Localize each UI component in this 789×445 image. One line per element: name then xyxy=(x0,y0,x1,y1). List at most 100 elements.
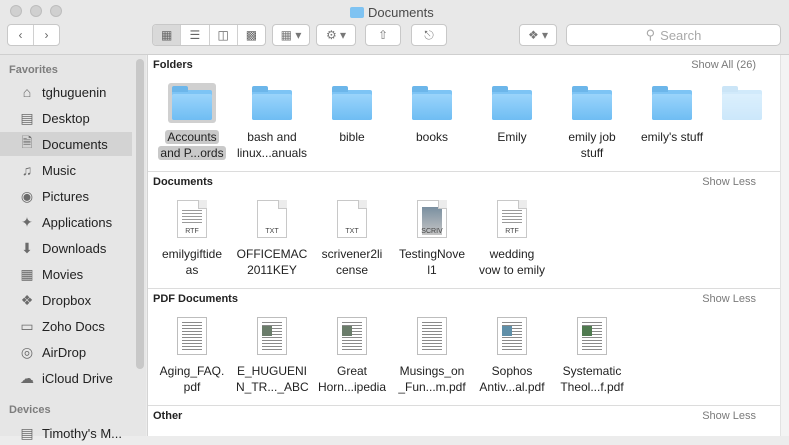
search-icon: ⚲ xyxy=(645,27,656,42)
folder-icon: ▭ xyxy=(20,317,34,334)
dropbox-button[interactable]: ❖ ▾ xyxy=(519,24,557,46)
cloud-icon: ☁ xyxy=(20,369,34,386)
pdf-item[interactable]: Musings_on _Fun...m.pdf xyxy=(394,317,470,395)
documents-heading: Documents xyxy=(153,176,213,188)
window-title: Documents xyxy=(350,4,434,20)
folder-icon xyxy=(328,83,376,123)
sidebar-item-pictures[interactable]: ◉ Pictures xyxy=(0,184,132,208)
sidebar-item-home[interactable]: ⌂ tghuguenin xyxy=(0,80,132,104)
main-content: Folders Show All (26) Accounts and P...or… xyxy=(147,55,780,436)
zoom-window-button[interactable] xyxy=(50,5,62,17)
sidebar-item-zoho-docs[interactable]: ▭ Zoho Docs xyxy=(0,314,132,338)
documents-section: Documents Show Less RTF emilygiftide as TX… xyxy=(148,172,780,289)
laptop-icon: ▤ xyxy=(20,424,34,441)
folder-icon xyxy=(488,83,536,123)
other-heading: Other xyxy=(153,410,183,422)
other-section: Other Show Less xyxy=(148,406,780,436)
folder-icon xyxy=(350,6,364,18)
sidebar-item-airdrop[interactable]: ◎ AirDrop xyxy=(0,340,132,364)
share-button[interactable]: ⇧ xyxy=(365,24,401,46)
search-placeholder: Search xyxy=(660,27,702,43)
title-bar: Documents xyxy=(0,0,789,24)
view-mode-control: ▦ ☰ ◫ ▩ xyxy=(152,24,266,46)
downloads-icon: ⬇ xyxy=(21,239,33,256)
sidebar-item-downloads[interactable]: ⬇ Downloads xyxy=(0,236,132,260)
airdrop-icon: ◎ xyxy=(20,343,34,360)
documents-show-less-link[interactable]: Show Less xyxy=(702,176,756,188)
sidebar-item-music[interactable]: ♫ Music xyxy=(0,158,132,182)
camera-icon: ◉ xyxy=(20,187,34,204)
txt-file-icon: TXT xyxy=(248,200,296,240)
list-view-button[interactable]: ☰ xyxy=(181,25,210,45)
document-item[interactable]: RTF emilygiftide as xyxy=(154,200,230,278)
documents-icon: 🗎 xyxy=(21,134,33,150)
sidebar-item-movies[interactable]: ▦ Movies xyxy=(0,262,132,286)
pdf-section: PDF Documents Show Less Aging_FAQ. pdf E_… xyxy=(148,289,780,406)
sidebar-item-applications[interactable]: ✦ Applications xyxy=(0,210,132,234)
folder-icon xyxy=(168,83,216,123)
document-item[interactable]: SCRIV TestingNove l1 xyxy=(394,200,470,278)
folder-item[interactable]: emily job stuff xyxy=(554,83,630,161)
txt-file-icon: TXT xyxy=(328,200,376,240)
folder-item-partial[interactable] xyxy=(704,83,780,123)
pdf-file-icon xyxy=(248,317,296,357)
folder-icon xyxy=(568,83,616,123)
tags-button[interactable]: ⎋ xyxy=(411,24,447,46)
folder-icon xyxy=(648,83,696,123)
folder-icon xyxy=(248,83,296,123)
close-window-button[interactable] xyxy=(10,5,22,17)
document-item[interactable]: TXT scrivener2li cense xyxy=(314,200,390,278)
cover-flow-button[interactable]: ▩ xyxy=(238,25,265,45)
arrange-button[interactable]: ▦ ▾ xyxy=(272,24,310,46)
pdf-file-icon xyxy=(568,317,616,357)
other-show-less-link[interactable]: Show Less xyxy=(702,410,756,422)
folder-item[interactable]: bible xyxy=(314,83,390,145)
folder-icon xyxy=(408,83,456,123)
folder-item[interactable]: books xyxy=(394,83,470,145)
folder-icon xyxy=(718,83,766,123)
search-field[interactable]: ⚲ Search xyxy=(566,24,781,46)
pdf-item[interactable]: Sophos Antiv...al.pdf xyxy=(474,317,550,395)
minimize-window-button[interactable] xyxy=(30,5,42,17)
pdf-show-less-link[interactable]: Show Less xyxy=(702,293,756,305)
sidebar-item-desktop[interactable]: ▤ Desktop xyxy=(0,106,132,130)
main-scrollbar[interactable] xyxy=(780,55,789,436)
desktop-icon: ▤ xyxy=(20,109,34,126)
sidebar-item-dropbox[interactable]: ❖ Dropbox xyxy=(0,288,132,312)
pdf-item[interactable]: Great Horn...ipedia xyxy=(314,317,390,395)
pdf-file-icon xyxy=(488,317,536,357)
folder-item[interactable]: Emily xyxy=(474,83,550,145)
dropbox-icon: ❖ xyxy=(20,291,34,308)
pdf-item[interactable]: E_HUGUENI N_TR..._ABC xyxy=(234,317,310,395)
sidebar-devices-heading: Devices xyxy=(9,404,51,416)
sidebar-item-documents[interactable]: 🗎 Documents xyxy=(0,132,132,156)
icon-view-button[interactable]: ▦ xyxy=(153,25,182,45)
window-title-text: Documents xyxy=(368,4,434,20)
folder-item[interactable]: Accounts and P...ords xyxy=(154,83,230,161)
pdf-file-icon xyxy=(328,317,376,357)
forward-button[interactable]: › xyxy=(34,25,59,45)
rtf-file-icon: RTF xyxy=(168,200,216,240)
folder-item[interactable]: emily's stuff xyxy=(634,83,710,145)
sidebar-item-icloud-drive[interactable]: ☁ iCloud Drive xyxy=(0,366,132,390)
music-icon: ♫ xyxy=(21,162,33,178)
sidebar: Favorites ⌂ tghuguenin ▤ Desktop 🗎 Document… xyxy=(0,55,146,441)
sidebar-item-device[interactable]: ▤ Timothy's M... xyxy=(0,421,132,445)
pdf-file-icon xyxy=(168,317,216,357)
movies-icon: ▦ xyxy=(20,265,34,282)
column-view-button[interactable]: ◫ xyxy=(210,25,238,45)
folders-section: Folders Show All (26) Accounts and P...or… xyxy=(148,55,780,172)
back-forward-control: ‹ › xyxy=(7,24,60,46)
document-item[interactable]: TXT OFFICEMAC 2011KEY xyxy=(234,200,310,278)
applications-icon: ✦ xyxy=(21,213,33,230)
pdf-item[interactable]: Aging_FAQ. pdf xyxy=(154,317,230,395)
sidebar-scrollbar[interactable] xyxy=(136,59,144,369)
pdf-heading: PDF Documents xyxy=(153,293,238,305)
folder-item[interactable]: bash and linux...anuals xyxy=(234,83,310,161)
back-button[interactable]: ‹ xyxy=(8,25,34,45)
action-button[interactable]: ⚙ ▾ xyxy=(316,24,356,46)
document-item[interactable]: RTF wedding vow to emily xyxy=(474,200,550,278)
pdf-item[interactable]: Systematic Theol...f.pdf xyxy=(554,317,630,395)
toolbar: ‹ › ▦ ☰ ◫ ▩ ▦ ▾ ⚙ ▾ ⇧ ⎋ ❖ ▾ ⚲ Search xyxy=(0,24,789,55)
folders-show-all-link[interactable]: Show All (26) xyxy=(691,59,756,71)
